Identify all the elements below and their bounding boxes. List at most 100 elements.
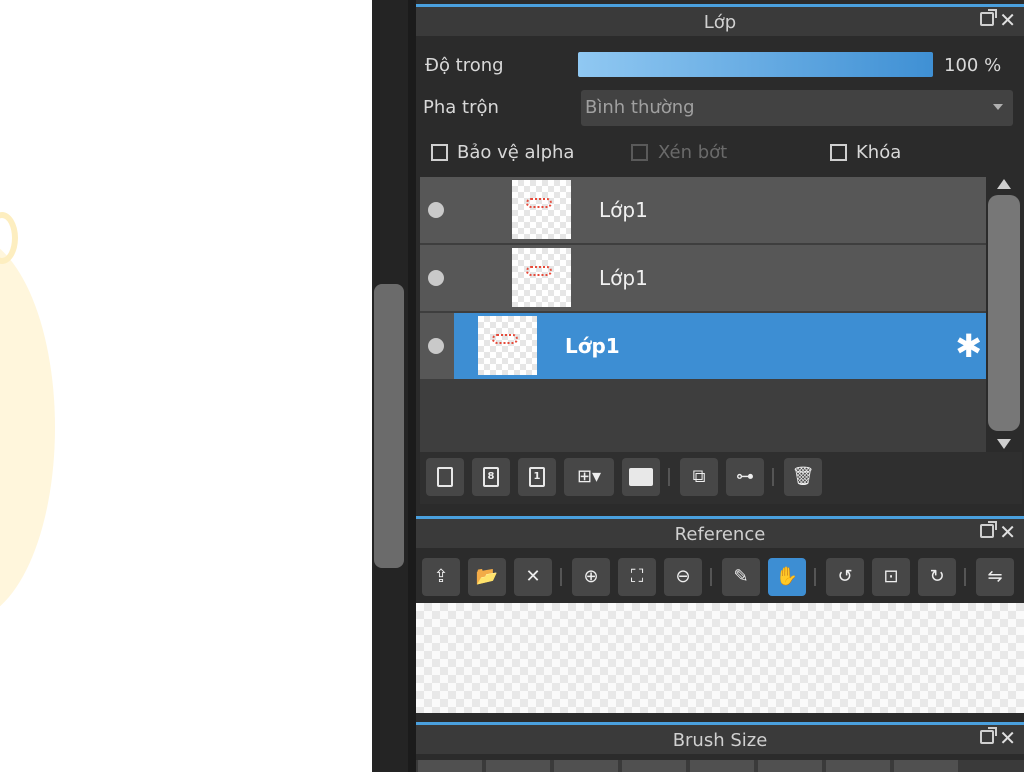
canvas-artwork	[0, 235, 55, 620]
layer-thumbnail	[512, 248, 571, 307]
layer-panel-title: Lớp	[703, 12, 737, 33]
opacity-slider[interactable]	[578, 52, 933, 77]
add-layer-menu-button[interactable]: ⊞▾	[564, 458, 614, 496]
layer-toolbar: 8 1 ⊞▾ ⧉ ⊶ 🗑	[420, 452, 1022, 504]
brush-size-swatch[interactable]	[894, 760, 958, 772]
toolbar-separator	[710, 568, 712, 586]
protect-alpha-checkbox[interactable]	[431, 144, 448, 161]
upload-icon: ⇪	[433, 566, 449, 587]
layer-row-body[interactable]: Lớp1	[454, 245, 986, 311]
new-folder-button[interactable]	[622, 458, 660, 496]
new-8bit-layer-icon: 8	[483, 467, 499, 487]
lock-label: Khóa	[856, 142, 902, 163]
eyedropper-icon: ✎	[733, 566, 749, 587]
panel-splitter[interactable]	[408, 0, 416, 772]
clipping-checkbox	[631, 144, 648, 161]
opacity-label: Độ trong	[425, 55, 504, 76]
scroll-up-icon[interactable]	[997, 179, 1011, 189]
delete-layer-button[interactable]: 🗑	[784, 458, 822, 496]
layer-list-scrollbar-thumb[interactable]	[988, 195, 1020, 431]
zoom-in-button[interactable]: ⊕	[572, 558, 610, 596]
hand-tool-button[interactable]: ✋	[768, 558, 806, 596]
layer-row-body[interactable]: Lớp1	[454, 177, 986, 243]
duplicate-layer-button[interactable]: ⧉	[680, 458, 718, 496]
brush-size-swatch[interactable]	[826, 760, 890, 772]
blend-label: Pha trộn	[423, 97, 499, 118]
layer-name: Lớp1	[599, 266, 648, 290]
scroll-down-icon[interactable]	[997, 439, 1011, 449]
fit-button[interactable]: ⛶	[618, 558, 656, 596]
new-layer-button[interactable]	[426, 458, 464, 496]
brush-size-list	[416, 760, 1024, 772]
new-8bit-layer-button[interactable]: 8	[472, 458, 510, 496]
layer-name: Lớp1	[599, 198, 648, 222]
layer-row-body[interactable]: Lớp1 ✱	[454, 313, 986, 379]
popout-icon[interactable]	[980, 727, 997, 744]
brush-size-swatch[interactable]	[554, 760, 618, 772]
duplicate-layer-icon: ⧉	[692, 466, 706, 487]
layer-thumbnail	[512, 180, 571, 239]
hand-icon: ✋	[775, 566, 799, 587]
lock-checkbox[interactable]	[830, 144, 847, 161]
drawing-canvas[interactable]	[0, 0, 372, 772]
gear-icon[interactable]: ✱	[955, 329, 982, 363]
eyedropper-button[interactable]: ✎	[722, 558, 760, 596]
blend-mode-select[interactable]: Bình thường	[581, 90, 1013, 126]
layer-row-selected[interactable]: Lớp1 ✱	[420, 313, 986, 379]
zoom-out-button[interactable]: ⊖	[664, 558, 702, 596]
new-1bit-layer-button[interactable]: 1	[518, 458, 556, 496]
brush-panel-titlebar[interactable]: Brush Size ✕	[416, 722, 1024, 754]
layer-list: Lớp1 Lớp1 Lớp1 ✱	[420, 177, 986, 452]
eye-icon	[428, 270, 444, 286]
clipping-label: Xén bớt	[658, 142, 728, 163]
open-folder-icon: 📂	[475, 566, 499, 587]
blend-mode-value: Bình thường	[585, 97, 695, 118]
layer-row[interactable]: Lớp1	[420, 177, 986, 243]
fit-screen-button[interactable]: ⊡	[872, 558, 910, 596]
new-folder-icon	[629, 468, 653, 486]
flip-icon: ⇋	[987, 566, 1003, 587]
layer-visibility-toggle[interactable]	[420, 313, 454, 379]
close-icon[interactable]: ✕	[999, 8, 1016, 32]
close-icon[interactable]: ✕	[999, 520, 1016, 544]
brush-size-swatch[interactable]	[418, 760, 482, 772]
canvas-artwork-detail	[0, 212, 18, 264]
upload-button[interactable]: ⇪	[422, 558, 460, 596]
merge-down-button[interactable]: ⊶	[726, 458, 764, 496]
brush-panel-title: Brush Size	[672, 730, 768, 751]
new-layer-icon	[437, 467, 453, 487]
zoom-in-icon: ⊕	[583, 566, 599, 587]
delete-layer-icon: 🗑	[791, 466, 815, 487]
rotate-right-button[interactable]: ↻	[918, 558, 956, 596]
rotate-right-icon: ↻	[929, 566, 945, 587]
rotate-left-button[interactable]: ↺	[826, 558, 864, 596]
toolbar-separator	[964, 568, 966, 586]
popout-icon[interactable]	[980, 521, 997, 538]
brush-size-swatch[interactable]	[690, 760, 754, 772]
layer-visibility-toggle[interactable]	[420, 177, 454, 243]
popout-icon[interactable]	[980, 9, 997, 26]
protect-alpha-label: Bảo vệ alpha	[457, 142, 575, 163]
layer-name: Lớp1	[565, 334, 620, 358]
brush-size-swatch[interactable]	[758, 760, 822, 772]
reference-toolbar: ⇪ 📂 ✕ ⊕ ⛶ ⊖ ✎ ✋ ↺ ⊡ ↻ ⇋	[416, 552, 1024, 602]
open-folder-button[interactable]: 📂	[468, 558, 506, 596]
chevron-down-icon	[993, 104, 1003, 110]
brush-size-swatch[interactable]	[486, 760, 550, 772]
reference-canvas[interactable]	[416, 603, 1024, 713]
layer-list-scrollbar[interactable]	[986, 177, 1022, 452]
reference-panel-titlebar[interactable]: Reference ✕	[416, 516, 1024, 548]
toolbar-separator	[668, 468, 670, 486]
zoom-out-icon: ⊖	[675, 566, 691, 587]
canvas-scrollbar[interactable]	[372, 0, 408, 772]
layer-row[interactable]: Lớp1	[420, 245, 986, 311]
close-icon[interactable]: ✕	[999, 726, 1016, 750]
canvas-scrollbar-thumb[interactable]	[374, 284, 404, 568]
toolbar-separator	[814, 568, 816, 586]
merge-down-icon: ⊶	[736, 466, 754, 487]
brush-size-swatch[interactable]	[622, 760, 686, 772]
layer-visibility-toggle[interactable]	[420, 245, 454, 311]
close-reference-button[interactable]: ✕	[514, 558, 552, 596]
layer-panel-titlebar[interactable]: Lớp ✕	[416, 4, 1024, 36]
flip-button[interactable]: ⇋	[976, 558, 1014, 596]
